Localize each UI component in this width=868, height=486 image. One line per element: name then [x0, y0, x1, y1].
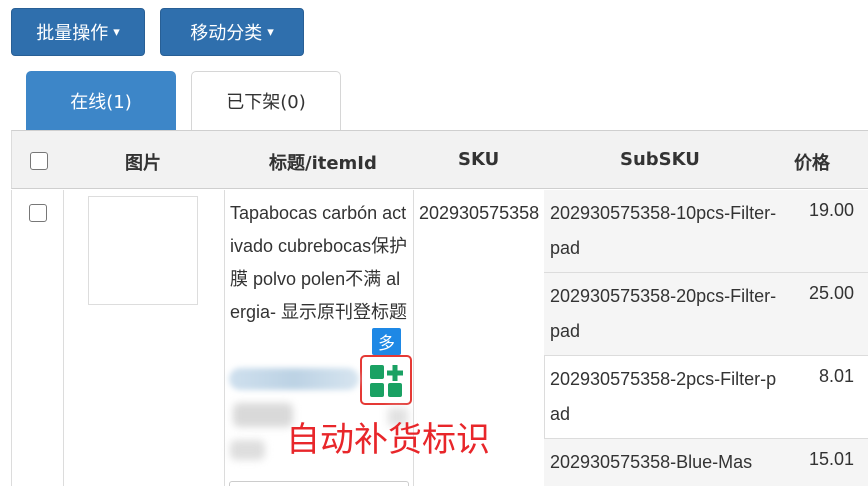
multi-variant-badge: 多	[372, 328, 401, 355]
price-value[interactable]: 8.01	[819, 366, 854, 387]
price-value[interactable]: 25.00	[809, 283, 854, 304]
tab-delisted[interactable]: 已下架(0)	[191, 71, 341, 130]
variant-row: 202930575358-Blue-Mas 15.01	[544, 439, 868, 486]
header-subsku: SubSKU	[620, 149, 700, 170]
divider	[11, 190, 12, 486]
auto-restock-icon	[370, 365, 403, 397]
divider	[63, 190, 64, 486]
tab-online[interactable]: 在线(1)	[26, 71, 176, 130]
title-input[interactable]	[229, 481, 409, 486]
subsku-value: 202930575358-10pcs-Filter-pad	[550, 203, 777, 258]
price-value[interactable]: 15.01	[809, 449, 854, 470]
move-category-label: 移动分类	[190, 23, 263, 44]
batch-operations-button[interactable]: 批量操作 ▾	[11, 8, 145, 56]
redacted-text	[230, 440, 265, 460]
table-header: 图片 标题/itemId SKU SubSKU 价格	[11, 130, 868, 189]
caret-down-icon: ▾	[113, 24, 120, 40]
header-sku: SKU	[458, 149, 500, 170]
tab-online-label: 在线(1)	[70, 91, 132, 113]
subsku-value: 202930575358-Blue-Mas	[550, 452, 753, 472]
annotation-label: 自动补货标识	[286, 420, 490, 460]
tab-delisted-label: 已下架(0)	[226, 92, 306, 113]
subsku-value: 202930575358-2pcs-Filter-pad	[550, 369, 777, 424]
select-all-checkbox[interactable]	[30, 152, 48, 170]
product-title[interactable]: Tapabocas carbón activado cubrebocas保护膜 …	[230, 197, 410, 329]
subsku-value: 202930575358-20pcs-Filter-pad	[550, 286, 777, 341]
price-value[interactable]: 19.00	[809, 200, 854, 221]
variant-row: 202930575358-2pcs-Filter-pad 8.01	[544, 356, 868, 438]
divider	[224, 190, 225, 486]
sku-value: 202930575358	[419, 203, 540, 223]
variant-row: 202930575358-20pcs-Filter-pad 25.00	[544, 273, 868, 355]
batch-operations-label: 批量操作	[36, 23, 109, 44]
header-price: 价格	[794, 153, 830, 174]
header-image: 图片	[125, 153, 161, 174]
caret-down-icon: ▾	[267, 24, 274, 40]
redacted-text	[229, 368, 359, 390]
variant-row: 202930575358-10pcs-Filter-pad 19.00	[544, 190, 868, 272]
row-checkbox[interactable]	[29, 204, 47, 222]
header-title: 标题/itemId	[269, 153, 377, 174]
auto-restock-indicator[interactable]	[360, 355, 412, 405]
redacted-text	[233, 403, 293, 427]
move-category-button[interactable]: 移动分类 ▾	[160, 8, 304, 56]
product-image[interactable]	[88, 196, 198, 305]
